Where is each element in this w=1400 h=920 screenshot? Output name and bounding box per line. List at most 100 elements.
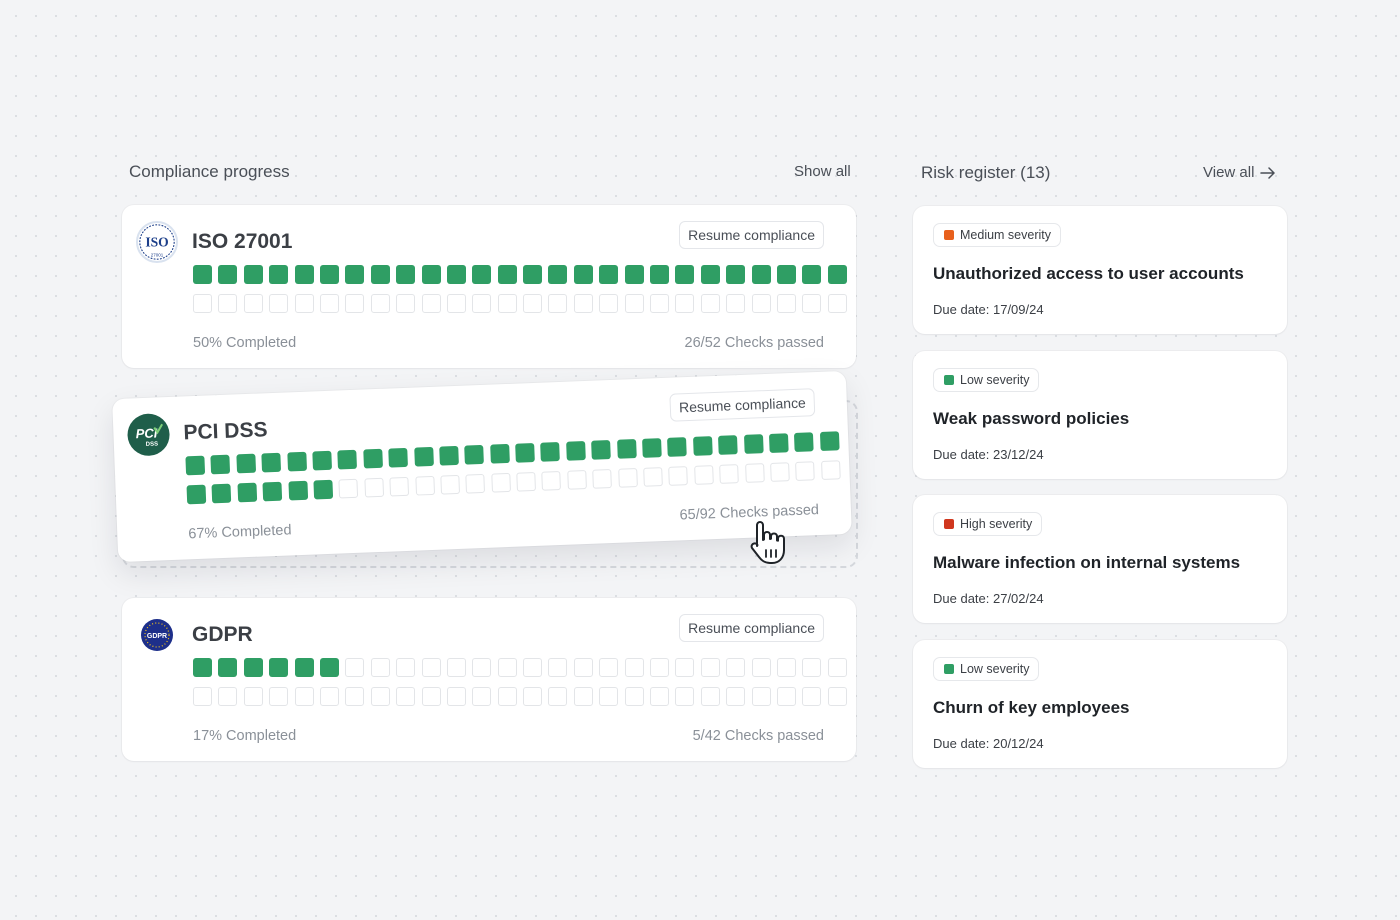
check-pending-cell [624, 687, 644, 706]
check-pending-cell [389, 476, 410, 497]
risk-title: Weak password policies [933, 409, 1130, 428]
check-pending-cell [827, 658, 847, 677]
check-pending-cell [726, 687, 746, 706]
check-passed-cell [396, 265, 416, 284]
risk-card[interactable]: High severity Malware infection on inter… [913, 495, 1287, 623]
check-passed-cell [472, 265, 492, 284]
check-pending-cell [624, 658, 644, 677]
check-pending-cell [497, 294, 517, 313]
check-passed-cell [497, 265, 517, 284]
check-pending-cell [617, 468, 638, 488]
check-pending-cell [446, 687, 466, 706]
check-passed-cell [337, 449, 358, 470]
show-all-link[interactable]: Show all [794, 163, 851, 180]
severity-label: Medium severity [960, 228, 1051, 242]
check-passed-cell [269, 265, 289, 284]
check-pending-cell [338, 478, 359, 499]
check-passed-cell [319, 265, 339, 284]
check-pending-cell [827, 687, 847, 706]
check-pending-cell [700, 294, 720, 313]
check-passed-cell [667, 437, 688, 457]
check-passed-cell [548, 265, 568, 284]
check-pending-cell [345, 687, 365, 706]
check-pending-cell [820, 460, 841, 480]
risk-card[interactable]: Medium severity Unauthorized access to u… [913, 206, 1287, 334]
check-pending-cell [421, 687, 441, 706]
check-pending-cell [776, 687, 796, 706]
check-pending-cell [827, 294, 847, 313]
severity-label: High severity [960, 517, 1033, 531]
check-pending-cell [650, 658, 670, 677]
check-pending-cell [421, 294, 441, 313]
risk-due-date: Due date: 27/02/24 [933, 591, 1044, 606]
check-pending-cell [218, 294, 238, 313]
check-pending-cell [345, 658, 365, 677]
check-passed-cell [294, 265, 314, 284]
framework-card-pci-dss[interactable]: PCI DSS PCI DSS Resume compliance 67% Co… [112, 370, 852, 563]
check-passed-cell [515, 442, 535, 463]
check-pending-cell [599, 658, 619, 677]
check-pending-cell [541, 470, 562, 491]
check-pending-cell [370, 687, 390, 706]
check-pending-cell [414, 475, 435, 496]
resume-compliance-button[interactable]: Resume compliance [679, 221, 824, 249]
check-pending-cell [700, 658, 720, 677]
progress-row [193, 658, 847, 677]
check-pending-cell [193, 294, 212, 313]
check-passed-cell [237, 482, 257, 503]
check-pending-cell [567, 470, 587, 490]
check-pending-cell [650, 687, 670, 706]
check-pending-cell [396, 687, 416, 706]
check-passed-cell [185, 455, 206, 476]
check-pending-cell [364, 477, 384, 498]
framework-card-gdpr[interactable]: GDPR GDPR Resume compliance 17% Complete… [122, 598, 856, 761]
risk-due-date: Due date: 20/12/24 [933, 736, 1044, 751]
check-pending-cell [548, 658, 568, 677]
progress-row [193, 294, 847, 313]
framework-name: GDPR [192, 623, 253, 646]
check-pending-cell [516, 471, 537, 492]
gdpr-logo-icon: GDPR [136, 614, 178, 656]
check-pending-cell [370, 294, 390, 313]
check-pending-cell [795, 461, 816, 481]
progress-grid [185, 431, 841, 505]
check-passed-cell [362, 448, 383, 469]
risk-title: Malware infection on internal systems [933, 553, 1241, 572]
check-passed-cell [624, 265, 644, 284]
check-passed-cell [388, 447, 409, 468]
check-passed-cell [312, 450, 332, 471]
check-passed-cell [523, 265, 543, 284]
severity-dot [944, 375, 954, 385]
check-pending-cell [319, 687, 339, 706]
resume-compliance-button[interactable]: Resume compliance [679, 614, 824, 642]
framework-card-iso-27001[interactable]: ISO 27001 ISO 27001 Resume compliance 50… [122, 205, 856, 368]
severity-label: Low severity [960, 662, 1030, 676]
check-pending-cell [243, 687, 263, 706]
severity-dot [944, 519, 954, 529]
check-pending-cell [643, 467, 663, 487]
check-pending-cell [490, 472, 511, 493]
risk-card[interactable]: Low severity Churn of key employees Due … [913, 640, 1287, 768]
check-pending-cell [744, 463, 765, 483]
checks-passed: 26/52 Checks passed [684, 335, 824, 351]
check-passed-cell [794, 432, 815, 452]
check-passed-cell [243, 658, 263, 677]
check-passed-cell [210, 454, 231, 475]
check-passed-cell [446, 265, 466, 284]
check-passed-cell [186, 484, 207, 505]
check-passed-cell [294, 658, 314, 677]
check-passed-cell [269, 658, 289, 677]
check-pending-cell [668, 466, 689, 486]
check-pending-cell [440, 474, 460, 495]
check-passed-cell [700, 265, 720, 284]
check-passed-cell [464, 444, 485, 465]
check-pending-cell [751, 294, 771, 313]
risk-title: Unauthorized access to user accounts [933, 264, 1244, 283]
check-pending-cell [446, 294, 466, 313]
check-pending-cell [573, 658, 593, 677]
resume-compliance-button[interactable]: Resume compliance [669, 388, 816, 422]
progress-row [193, 687, 847, 706]
check-passed-cell [193, 658, 212, 677]
view-all-link[interactable]: View all [1203, 164, 1276, 181]
risk-card[interactable]: Low severity Weak password policies Due … [913, 351, 1287, 479]
